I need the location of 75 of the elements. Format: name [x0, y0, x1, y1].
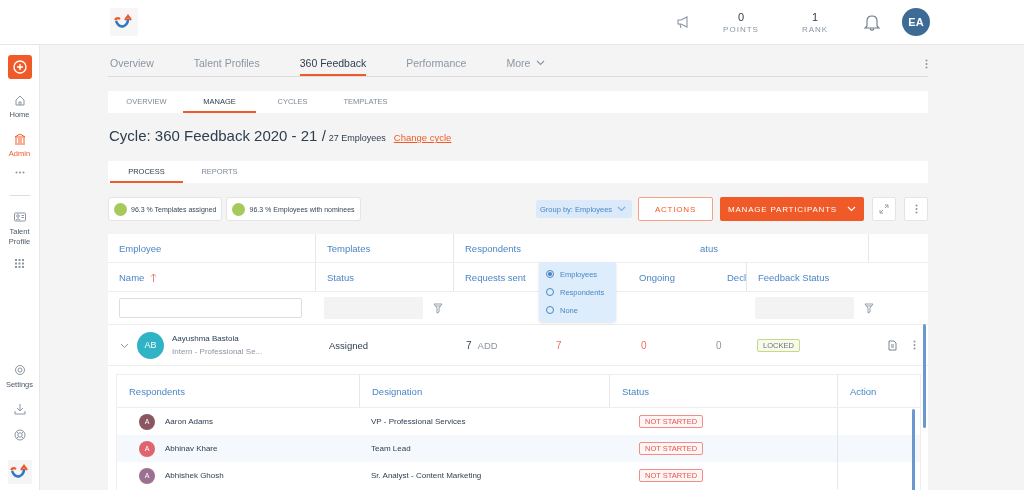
- respondent-name: Abhishek Ghosh: [165, 471, 224, 480]
- column-header: Employee: [118, 241, 163, 256]
- change-cycle-link[interactable]: Change cycle: [393, 132, 452, 143]
- column-header: Designation: [359, 375, 609, 407]
- table-cell: Assigned: [329, 339, 369, 351]
- column-header: Respondents: [453, 234, 628, 262]
- respondent-name: Abhinav Khare: [165, 444, 218, 453]
- user-avatar[interactable]: EA: [902, 8, 930, 36]
- table-cell-text: VP - Professional Services: [370, 416, 467, 428]
- table-cell: 0: [641, 339, 647, 351]
- grid-icon[interactable]: [15, 259, 24, 268]
- employee-name: Aayushma Bastola: [172, 334, 240, 343]
- column-header: Status: [315, 263, 453, 291]
- add-link[interactable]: ADD: [477, 339, 498, 351]
- bell-icon[interactable]: [864, 13, 880, 31]
- stat-label: POINTS: [723, 24, 759, 34]
- respondent-name: Aaron Adams: [165, 417, 214, 426]
- stat-value: 0: [737, 10, 745, 23]
- settings-icon[interactable]: [12, 363, 27, 377]
- megaphone-icon[interactable]: [676, 15, 690, 29]
- logo[interactable]: [110, 8, 138, 36]
- employee-designation: Intern - Professional Se...: [172, 347, 263, 356]
- cycle-title: Cycle: 360 Feedback 2020 - 21 /: [109, 127, 326, 144]
- employee-avatar: AB: [137, 331, 164, 359]
- lifebuoy-icon[interactable]: [12, 428, 27, 442]
- plus-icon: [12, 60, 27, 74]
- nav-tab[interactable]: Overview: [110, 52, 154, 76]
- column-header[interactable]: Name: [108, 263, 315, 291]
- expand-icon: [879, 204, 889, 214]
- logo-icon: [114, 14, 134, 30]
- table-cell: 0: [716, 339, 722, 351]
- actions-button[interactable]: ACTIONS: [638, 197, 713, 221]
- stat-label: RANK: [801, 24, 829, 34]
- radio-button[interactable]: [546, 270, 554, 278]
- expand-button[interactable]: [872, 197, 896, 221]
- column-header: Respondents: [128, 384, 186, 399]
- table-cell-text: Sr. Analyst - Content Marketing: [370, 470, 483, 482]
- id-card-icon[interactable]: [12, 210, 27, 224]
- sort-up-icon[interactable]: [149, 272, 157, 282]
- column-header: Requests sent: [453, 263, 538, 291]
- table-cell-text: Team Lead: [370, 443, 412, 455]
- document-icon[interactable]: [888, 339, 897, 351]
- nav-tab[interactable]: More: [506, 52, 546, 76]
- name-filter-field[interactable]: [119, 298, 302, 318]
- more-button[interactable]: [904, 197, 928, 221]
- table-cell: 7: [556, 339, 562, 351]
- bank-icon[interactable]: [12, 132, 27, 146]
- column-header: atus: [699, 241, 719, 256]
- download-icon[interactable]: [12, 402, 27, 416]
- filter-icon[interactable]: [433, 302, 443, 314]
- stat-value: 1: [811, 10, 819, 23]
- column-header: Decl: [726, 270, 746, 285]
- scrollbar[interactable]: [923, 324, 926, 428]
- nav-tab[interactable]: Talent Profiles: [193, 52, 260, 76]
- kebab-menu-icon[interactable]: [925, 59, 928, 69]
- kebab-menu-icon[interactable]: [914, 204, 918, 214]
- nav-tab[interactable]: 360 Feedback: [299, 52, 367, 76]
- home-icon[interactable]: [12, 93, 27, 107]
- filter-icon[interactable]: [864, 302, 874, 314]
- add-button[interactable]: [7, 55, 32, 79]
- column-header: Ongoing: [638, 270, 676, 285]
- employee-count: 27 Employees: [328, 133, 386, 143]
- column-header: Action: [837, 375, 920, 407]
- column-header: Templates: [315, 234, 453, 262]
- column-header: Status: [609, 375, 837, 407]
- scrollbar[interactable]: [912, 409, 915, 490]
- kebab-menu-icon[interactable]: [913, 340, 916, 350]
- more-icon[interactable]: [14, 171, 25, 174]
- chevron-down-icon: [617, 206, 627, 212]
- chevron-down-icon: [847, 206, 856, 212]
- column-header: Feedback Status: [746, 263, 868, 291]
- nav-tab[interactable]: Performance: [406, 52, 467, 76]
- table-cell: 7: [466, 339, 472, 351]
- manage-participants-button[interactable]: MANAGE PARTICIPANTS: [720, 197, 864, 221]
- logo-icon: [9, 464, 30, 480]
